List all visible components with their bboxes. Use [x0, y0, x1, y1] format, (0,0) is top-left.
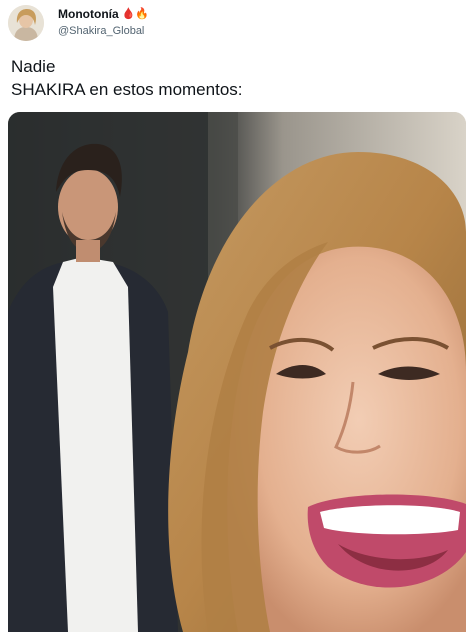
tweet-media[interactable]	[8, 112, 466, 632]
avatar[interactable]	[8, 5, 44, 41]
author-display-name[interactable]: Monotonía	[58, 7, 119, 21]
tweet-text: Nadie SHAKIRA en estos momentos:	[11, 55, 461, 101]
author-emojis: 🩸🔥	[121, 8, 150, 20]
tweet-header: Monotonía 🩸🔥 @Shakira_Global	[0, 0, 474, 44]
tweet-line-1: Nadie	[11, 57, 56, 76]
photo-media-icon	[8, 112, 466, 632]
author-handle[interactable]: @Shakira_Global	[58, 25, 144, 37]
author-name-row[interactable]: Monotonía 🩸🔥	[58, 7, 149, 21]
tweet-line-2: SHAKIRA en estos momentos:	[11, 80, 243, 99]
profile-avatar-icon	[8, 5, 44, 41]
